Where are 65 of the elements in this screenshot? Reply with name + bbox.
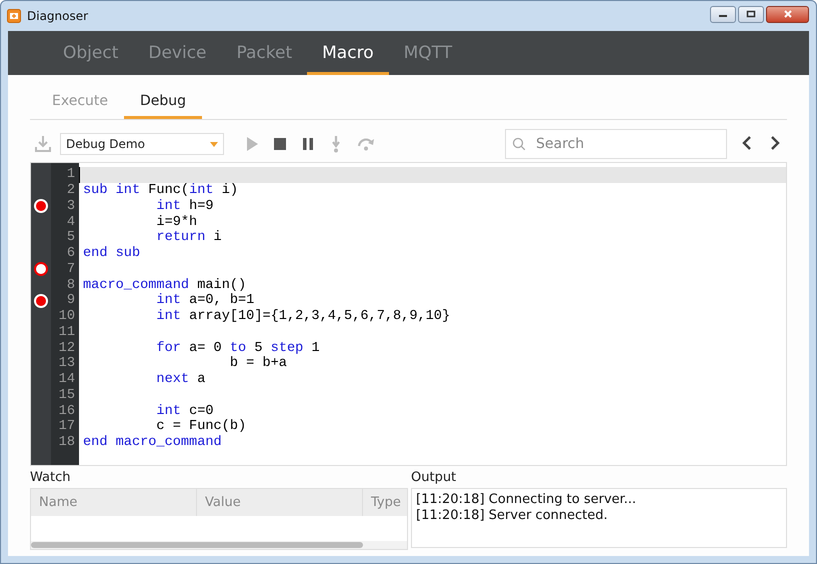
sub-tab[interactable]: Debug [124, 87, 202, 119]
output-line: [11:20:18] Connecting to server... [416, 492, 636, 508]
sub-tab[interactable]: Execute [36, 87, 124, 119]
close-icon [782, 10, 792, 18]
chevron-right-icon [769, 134, 781, 150]
macro-dropdown[interactable]: Debug Demo [60, 133, 224, 155]
pause-icon [300, 136, 316, 152]
output-line: [11:20:18] Server connected. [416, 508, 608, 524]
line-number: 16 [58, 404, 76, 419]
line-number: 5 [66, 230, 76, 246]
code-line: next a [155, 372, 206, 388]
panel-title: Output [411, 469, 456, 487]
close-button[interactable] [766, 6, 809, 22]
line-number: 4 [66, 214, 76, 230]
line-number: 2 [66, 183, 76, 198]
code-line: b = b+a [228, 356, 288, 372]
minimize-button[interactable] [710, 6, 736, 22]
app-icon [7, 9, 21, 23]
main-tab[interactable]: Object [48, 31, 134, 75]
line-number: 1 [66, 167, 76, 182]
line-number: 15 [58, 388, 76, 403]
code-line: sub int Func(int i) [82, 182, 240, 198]
line-number: 9 [66, 293, 76, 308]
code-line: int c=0 [155, 403, 215, 419]
line-number: 6 [66, 246, 76, 262]
main-tab[interactable]: Packet [222, 31, 308, 75]
window-title: Diagnoser [27, 9, 88, 23]
download-icon [34, 135, 52, 153]
line-number: 17 [58, 419, 76, 434]
code-line: int array[10]={1,2,3,4,5,6,7,8,9,10} [155, 308, 452, 324]
code-line: for a= 0 to 5 step 1 [155, 340, 321, 356]
column-header[interactable]: Value [197, 489, 363, 516]
stop-icon [272, 136, 288, 152]
line-number: 8 [66, 278, 76, 293]
line-number: 3 [66, 198, 76, 214]
search-icon [512, 137, 526, 151]
main-tab[interactable]: Device [133, 31, 222, 75]
code-line: int a=0, b=1 [155, 293, 256, 309]
play-icon [244, 136, 260, 152]
line-number: 18 [58, 435, 76, 450]
line-number: 10 [58, 309, 76, 324]
code-line: return i [155, 230, 223, 246]
line-number: 13 [58, 356, 76, 372]
column-header[interactable]: Type [363, 489, 407, 516]
column-header[interactable]: Name [31, 489, 197, 516]
code-line: macro_command main() [82, 277, 248, 293]
code-line: end sub [82, 246, 142, 262]
line-number: 12 [58, 340, 76, 356]
maximize-icon [746, 10, 756, 18]
main-tab[interactable]: MQTT [388, 31, 468, 75]
code-line: int h=9 [155, 198, 215, 214]
line-number: 14 [58, 372, 76, 388]
line-number: 11 [58, 324, 76, 340]
dropdown-caret-icon [210, 142, 218, 146]
step-over-icon [356, 136, 376, 152]
chevron-left-icon [741, 134, 753, 150]
code-line: i=9*h [155, 214, 198, 230]
maximize-button[interactable] [738, 6, 764, 22]
scrollbar-thumb[interactable] [31, 542, 363, 548]
code-line: c = Func(b) [155, 419, 248, 435]
panel-title: Watch [30, 469, 70, 487]
code-line: end macro_command [82, 434, 223, 450]
search-input[interactable]: Search [534, 135, 708, 153]
search-field[interactable]: Search [505, 129, 727, 159]
line-number: 7 [66, 262, 76, 277]
